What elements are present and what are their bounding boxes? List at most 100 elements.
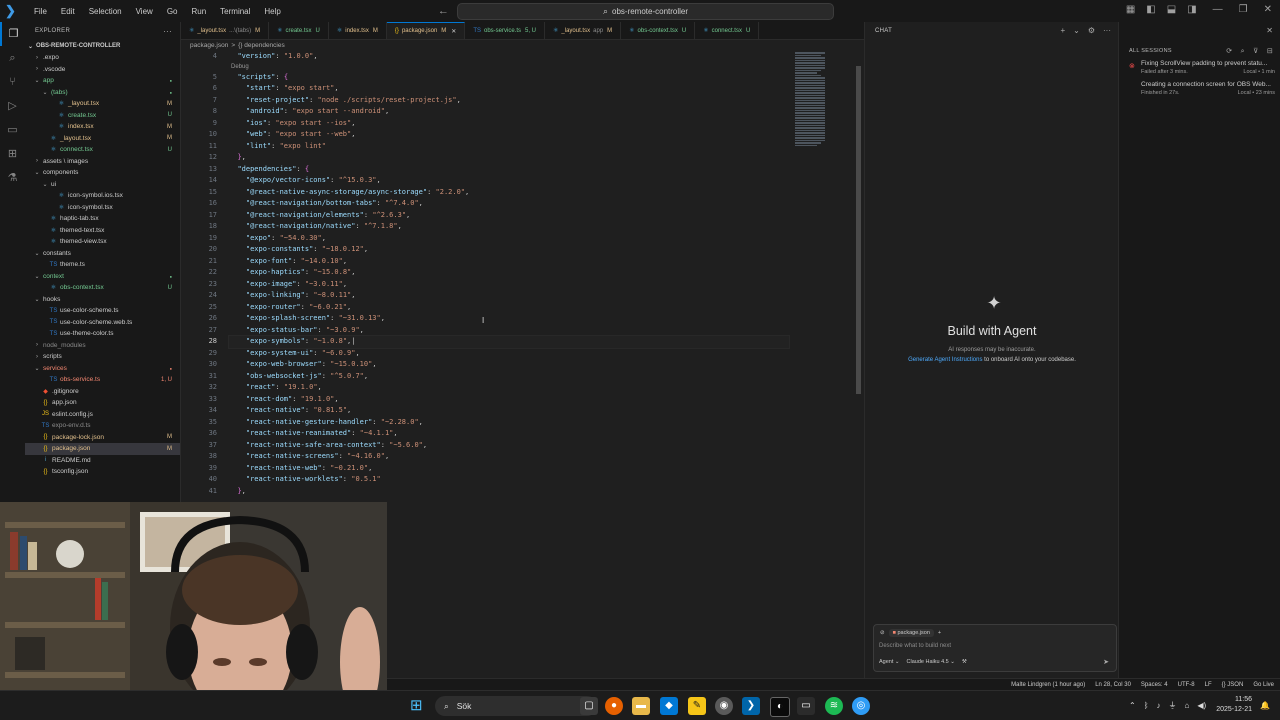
firefox-icon[interactable]: ● <box>605 697 623 715</box>
tree-file[interactable]: ⚛ _layout.tsx M <box>25 133 180 145</box>
editor-scrollbar[interactable] <box>856 66 861 394</box>
code-editor[interactable]: 4 5 6 7 8 9 10 11 12 13 14 15 16 17 18 19 20 21 22 23 24 25 26… <box>181 51 864 501</box>
remote-explorer-icon[interactable]: ▭ <box>0 118 25 142</box>
explorer-icon[interactable]: ❐ <box>0 22 25 46</box>
code-line[interactable]: "version": "1.0.0", <box>229 51 789 63</box>
code-line[interactable]: }, <box>229 486 789 498</box>
chat-dropdown-icon[interactable]: ⌄ <box>1073 26 1080 35</box>
run-debug-icon[interactable]: ▷ <box>0 94 25 118</box>
code-line[interactable]: "react-native-gesture-handler": "~2.28.0… <box>229 417 789 429</box>
tree-file[interactable]: TS expo-env.d.ts <box>25 420 180 432</box>
tree-file[interactable]: JS eslint.config.js <box>25 409 180 421</box>
code-line[interactable]: "react-dom": "19.1.0", <box>229 394 789 406</box>
taskbar-search[interactable]: ⌕ Sök <box>435 696 597 716</box>
code-line[interactable]: "react-native-screens": "~4.16.0", <box>229 451 789 463</box>
status-item[interactable]: Spaces: 4 <box>1141 682 1168 688</box>
editor-tab[interactable]: ⚛ index.tsx M <box>329 22 387 39</box>
tree-file[interactable]: ⚛ obs-context.tsx U <box>25 282 180 294</box>
filter-icon[interactable]: ⊽ <box>1253 48 1258 55</box>
tree-folder[interactable]: ⌄ hooks <box>25 294 180 306</box>
status-item[interactable]: LF <box>1205 682 1212 688</box>
code-line[interactable]: "@react-navigation/native": "^7.1.8", <box>229 221 789 233</box>
tree-file[interactable]: ⚛ _layout.tsx M <box>25 98 180 110</box>
tree-folder[interactable]: ⌄ ui <box>25 179 180 191</box>
sticky-notes-icon[interactable]: ✎ <box>688 697 706 715</box>
tree-folder[interactable]: › assets \ images <box>25 156 180 168</box>
layout-icon[interactable]: ▦ <box>1126 4 1135 15</box>
windows-start-icon[interactable]: ⊞ <box>410 698 426 714</box>
menu-file[interactable]: File <box>27 7 54 16</box>
toggle-panel-icon[interactable]: ⬓ <box>1167 4 1176 15</box>
menu-edit[interactable]: Edit <box>54 7 82 16</box>
status-item[interactable]: UTF-8 <box>1178 682 1195 688</box>
refresh-icon[interactable]: ⟳ <box>1226 48 1232 55</box>
code-line[interactable]: "expo": "~54.0.30", <box>229 233 789 245</box>
code-line[interactable]: "@react-native-async-storage/async-stora… <box>229 187 789 199</box>
source-control-icon[interactable]: ⑂ <box>0 70 25 94</box>
menu-help[interactable]: Help <box>257 7 287 16</box>
tree-file[interactable]: ⚛ themed-text.tsx <box>25 225 180 237</box>
status-item[interactable]: {} JSON <box>1222 682 1244 688</box>
session-item[interactable]: Creating a connection screen for OBS Web… <box>1119 78 1280 99</box>
editor-tab[interactable]: ⚛ connect.tsx U <box>695 22 760 39</box>
testing-icon[interactable]: ⚗ <box>0 166 25 190</box>
code-line[interactable]: "expo-symbols": "~1.0.8",| <box>228 335 790 349</box>
tree-file[interactable]: TS use-color-scheme.ts <box>25 305 180 317</box>
tree-file[interactable]: TS obs-service.ts 1, U <box>25 374 180 386</box>
tools-icon[interactable]: ⚒ <box>962 659 967 665</box>
notifications-icon[interactable]: 🔔 <box>1260 701 1270 710</box>
editor-tab[interactable]: ⚛ _layout.tsx ...\(tabs) M <box>181 22 270 39</box>
tree-file[interactable]: TS theme.ts <box>25 259 180 271</box>
attach-icon[interactable]: ⊘ <box>880 630 885 636</box>
volume-icon[interactable]: ◀) <box>1197 701 1206 710</box>
tree-file[interactable]: ◆ .gitignore <box>25 386 180 398</box>
code-line[interactable]: "expo-constants": "~18.0.12", <box>229 244 789 256</box>
command-center-search[interactable]: ⌕ obs-remote-controller <box>457 3 834 20</box>
tree-folder[interactable]: ⌄ services ● <box>25 363 180 375</box>
file-explorer-icon[interactable]: ▬ <box>632 697 650 715</box>
tree-folder[interactable]: › scripts <box>25 351 180 363</box>
status-item[interactable]: Malte Lindgren (1 hour ago) <box>1011 682 1085 688</box>
chat-input-placeholder[interactable]: Describe what to build next <box>879 643 951 649</box>
code-line[interactable]: "expo-system-ui": "~6.0.9", <box>229 348 789 360</box>
terminal-icon[interactable]: ▭ <box>797 697 815 715</box>
collapse-icon[interactable]: ⊟ <box>1267 48 1273 55</box>
code-line[interactable]: }, <box>229 152 789 164</box>
toggle-secondary-sidebar-icon[interactable]: ◨ <box>1187 4 1196 15</box>
code-line[interactable]: "react-native-reanimated": "~4.1.1", <box>229 428 789 440</box>
breadcrumb-item[interactable]: {} dependencies <box>238 42 285 49</box>
code-line[interactable]: "expo-image": "~3.0.11", <box>229 279 789 291</box>
tree-file[interactable]: ⚛ index.tsx M <box>25 121 180 133</box>
tree-file[interactable]: ⚛ haptic-tab.tsx <box>25 213 180 225</box>
editor-tab[interactable]: TS obs-service.ts 5, U <box>465 22 546 39</box>
code-line[interactable]: "android": "expo start --android", <box>229 106 789 118</box>
obs-icon[interactable]: ◉ <box>715 697 733 715</box>
tree-file[interactable]: ⚛ themed-view.tsx <box>25 236 180 248</box>
code-line[interactable]: "start": "expo start", <box>229 83 789 95</box>
code-line[interactable]: "react-native-safe-area-context": "~5.6.… <box>229 440 789 452</box>
tree-file[interactable]: ⚛ icon-symbol.tsx <box>25 202 180 214</box>
tree-folder[interactable]: ⌄ app ● <box>25 75 180 87</box>
breadcrumb-item[interactable]: package.json <box>190 42 228 49</box>
task-view-icon[interactable]: ▢ <box>580 697 598 715</box>
spotify-icon[interactable]: ≋ <box>825 697 843 715</box>
menu-run[interactable]: Run <box>184 7 213 16</box>
browser-icon[interactable]: ◎ <box>852 697 870 715</box>
code-line[interactable]: "expo-status-bar": "~3.0.9", <box>229 325 789 337</box>
tree-folder[interactable]: ⌄ (tabs) ● <box>25 87 180 99</box>
code-line[interactable]: "react-native": "0.81.5", <box>229 405 789 417</box>
minimap[interactable] <box>795 51 835 146</box>
editor-tab[interactable]: ⚛ _layout.tsx app M <box>545 22 622 39</box>
code-line[interactable]: "dependencies": { <box>229 164 789 176</box>
code-line[interactable]: "@react-navigation/bottom-tabs": "^7.4.0… <box>229 198 789 210</box>
chat-input-box[interactable]: ⊘ ■ package.json + Describe what to buil… <box>873 624 1117 672</box>
send-icon[interactable]: ➤ <box>1103 658 1109 666</box>
code-line[interactable]: "react-native-worklets": "0.5.1" <box>229 474 789 486</box>
generate-instructions-link[interactable]: Generate Agent Instructions <box>908 357 982 363</box>
add-context-icon[interactable]: + <box>938 630 941 636</box>
code-line[interactable]: "ios": "expo start --ios", <box>229 118 789 130</box>
bluetooth-icon[interactable]: ᛒ <box>1144 701 1149 710</box>
code-line[interactable]: "lint": "expo lint" <box>229 141 789 153</box>
status-item[interactable]: Go Live <box>1253 682 1274 688</box>
menu-terminal[interactable]: Terminal <box>213 7 257 16</box>
